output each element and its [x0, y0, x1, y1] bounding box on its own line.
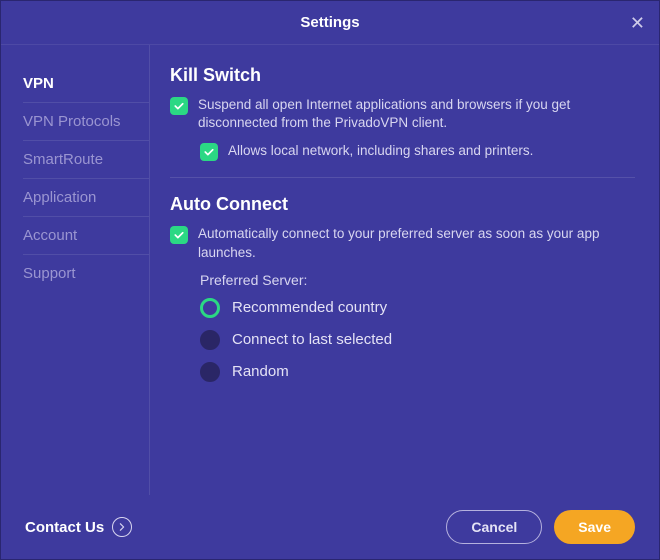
sidebar-item-application[interactable]: Application — [23, 179, 149, 217]
radio-unselected-icon[interactable] — [200, 330, 220, 350]
killswitch-local-label: Allows local network, including shares a… — [228, 142, 533, 160]
footer-buttons: Cancel Save — [446, 510, 635, 544]
sidebar-item-label: Support — [23, 265, 76, 282]
sidebar-item-support[interactable]: Support — [23, 255, 149, 292]
chevron-right-icon — [112, 517, 132, 537]
sidebar-item-label: Account — [23, 227, 77, 244]
sidebar-item-vpn[interactable]: VPN — [23, 65, 149, 103]
main-panel: Kill Switch Suspend all open Internet ap… — [149, 45, 659, 495]
sidebar-item-vpn-protocols[interactable]: VPN Protocols — [23, 103, 149, 141]
radio-unselected-icon[interactable] — [200, 362, 220, 382]
radio-label: Random — [232, 363, 289, 380]
autoconnect-desc: Automatically connect to your preferred … — [198, 225, 635, 261]
close-icon[interactable]: ✕ — [630, 14, 645, 32]
killswitch-local-row[interactable]: Allows local network, including shares a… — [170, 142, 635, 161]
sidebar-item-label: SmartRoute — [23, 151, 103, 168]
save-button[interactable]: Save — [554, 510, 635, 544]
contact-us-link[interactable]: Contact Us — [25, 517, 132, 537]
killswitch-suspend-row[interactable]: Suspend all open Internet applications a… — [170, 96, 635, 132]
sidebar-item-label: VPN Protocols — [23, 113, 121, 130]
preferred-server-label: Preferred Server: — [200, 272, 635, 288]
radio-selected-icon[interactable] — [200, 298, 220, 318]
content: VPN VPN Protocols SmartRoute Application… — [1, 45, 659, 495]
autoconnect-title: Auto Connect — [170, 194, 635, 215]
radio-recommended-country[interactable]: Recommended country — [200, 298, 635, 318]
checkbox-checked-icon[interactable] — [170, 226, 188, 244]
radio-label: Recommended country — [232, 299, 387, 316]
radio-random[interactable]: Random — [200, 362, 635, 382]
footer: Contact Us Cancel Save — [1, 495, 659, 559]
header: Settings ✕ — [1, 1, 659, 45]
radio-label: Connect to last selected — [232, 331, 392, 348]
sidebar-item-label: VPN — [23, 75, 54, 92]
sidebar-item-label: Application — [23, 189, 96, 206]
cancel-button[interactable]: Cancel — [446, 510, 542, 544]
page-title: Settings — [300, 14, 359, 31]
divider — [170, 177, 635, 178]
sidebar-item-smartroute[interactable]: SmartRoute — [23, 141, 149, 179]
killswitch-title: Kill Switch — [170, 65, 635, 86]
contact-us-label: Contact Us — [25, 519, 104, 536]
autoconnect-row[interactable]: Automatically connect to your preferred … — [170, 225, 635, 261]
checkbox-checked-icon[interactable] — [200, 143, 218, 161]
checkbox-checked-icon[interactable] — [170, 97, 188, 115]
radio-last-selected[interactable]: Connect to last selected — [200, 330, 635, 350]
killswitch-suspend-label: Suspend all open Internet applications a… — [198, 96, 635, 132]
sidebar-item-account[interactable]: Account — [23, 217, 149, 255]
sidebar: VPN VPN Protocols SmartRoute Application… — [1, 45, 149, 495]
